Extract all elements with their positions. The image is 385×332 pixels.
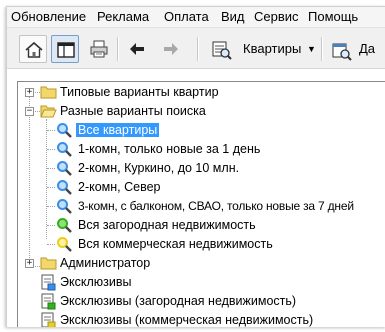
apartments-search-icon xyxy=(212,41,232,60)
tree-search-label: Вся коммерческая недвижимость xyxy=(78,237,273,251)
magnifier-blue-icon xyxy=(57,180,72,195)
folder-icon xyxy=(40,86,57,99)
toolbar: Квартиры ▼ Да xyxy=(7,28,385,69)
tree-search-item[interactable]: 2-комн, Север xyxy=(18,178,378,197)
menu-payment[interactable]: Оплата xyxy=(164,10,209,24)
tree-exclusive-label: Эксклюзивы xyxy=(60,275,132,289)
tree-folder-label: Разные варианты поиска xyxy=(60,104,206,118)
menu-service[interactable]: Сервис xyxy=(254,10,299,24)
folder-icon xyxy=(40,257,57,270)
tree-folder-administrator[interactable]: + Администратор xyxy=(18,254,378,273)
selected-search-label: Все квартиры xyxy=(76,123,160,137)
tree-exclusive-label: Эксклюзивы (коммерческая недвижимость) xyxy=(60,313,314,327)
menu-bar: Обновление Реклама Оплата Вид Сервис Пом… xyxy=(7,7,385,28)
expand-plus-icon[interactable]: + xyxy=(25,88,34,97)
home-icon xyxy=(25,41,43,58)
tree-exclusive-item[interactable]: Эксклюзивы (коммерческая недвижимость) xyxy=(18,311,378,327)
next-label[interactable]: Да xyxy=(359,41,375,56)
back-button[interactable] xyxy=(123,35,151,63)
tree-exclusive-item[interactable]: Эксклюзивы xyxy=(18,273,378,292)
tree-search-item[interactable]: 3-комн, с балконом, СВАО, только новые з… xyxy=(18,197,385,216)
search-tree: + Типовые варианты квартир − Разные вари… xyxy=(17,81,385,327)
toolbar-separator xyxy=(321,37,323,61)
tree-folder-search[interactable]: − Разные варианты поиска xyxy=(18,102,378,121)
arrow-right-icon xyxy=(164,43,178,55)
tree-folder-label: Типовые варианты квартир xyxy=(60,85,219,99)
magnifier-blue-icon xyxy=(57,123,72,138)
tree-search-item[interactable]: 2-комн, Куркино, до 10 млн. xyxy=(18,159,378,178)
magnifier-green-icon xyxy=(57,218,72,233)
tree-search-label: 2-комн, Север xyxy=(78,180,161,194)
document-yellow-icon xyxy=(41,312,56,327)
tree-search-item[interactable]: Вся загородная недвижимость xyxy=(18,216,378,235)
next-icon-button[interactable] xyxy=(327,35,355,63)
tree-search-label: Все квартиры xyxy=(76,123,160,138)
expand-plus-icon[interactable]: + xyxy=(25,259,34,268)
panel-layout-icon xyxy=(57,42,75,58)
forward-button[interactable] xyxy=(157,35,185,63)
menu-ads[interactable]: Реклама xyxy=(97,10,149,24)
magnifier-blue-icon xyxy=(57,161,72,176)
document-blue-icon xyxy=(41,274,56,291)
magnifier-yellow-icon xyxy=(57,237,72,252)
magnifier-blue-icon xyxy=(57,142,72,157)
panel-view-button[interactable] xyxy=(51,35,79,63)
apartments-label[interactable]: Квартиры xyxy=(243,41,301,56)
print-button[interactable] xyxy=(85,35,113,63)
arrow-left-icon xyxy=(130,43,144,55)
tree-search-label: 2-комн, Куркино, до 10 млн. xyxy=(78,161,240,175)
magnifier-blue-icon xyxy=(57,199,72,214)
tree-search-label: 1-комн, только новые за 1 день xyxy=(78,142,261,156)
toolbar-separator xyxy=(197,37,199,61)
tree-exclusive-item[interactable]: Эксклюзивы (загородная недвижимость) xyxy=(18,292,378,311)
menu-help[interactable]: Помощь xyxy=(308,10,358,24)
folder-open-icon xyxy=(40,105,57,118)
tree-search-item[interactable]: Все квартиры xyxy=(18,121,378,140)
home-button[interactable] xyxy=(19,35,47,63)
document-green-icon xyxy=(41,293,56,310)
menu-view[interactable]: Вид xyxy=(221,10,245,24)
printer-icon xyxy=(90,40,108,58)
toolbar-separator xyxy=(117,37,119,61)
tree-search-label: Вся загородная недвижимость xyxy=(78,218,256,232)
tree-folder-typical[interactable]: + Типовые варианты квартир xyxy=(18,83,378,102)
tree-search-item[interactable]: 1-комн, только новые за 1 день xyxy=(18,140,378,159)
tree-exclusive-label: Эксклюзивы (загородная недвижимость) xyxy=(60,294,297,308)
tree-folder-label: Администратор xyxy=(60,256,151,270)
app-window: Обновление Реклама Оплата Вид Сервис Пом… xyxy=(6,6,385,327)
apartments-icon-button[interactable] xyxy=(207,35,235,63)
tree-search-item[interactable]: Вся коммерческая недвижимость xyxy=(18,235,378,254)
tree-search-label: 3-комн, с балконом, СВАО, только новые з… xyxy=(78,199,354,213)
menu-update[interactable]: Обновление xyxy=(11,10,86,24)
collapse-minus-icon[interactable]: − xyxy=(25,107,34,116)
apartments-dropdown-arrow-icon[interactable]: ▼ xyxy=(307,44,316,54)
document-search-icon xyxy=(332,43,352,61)
